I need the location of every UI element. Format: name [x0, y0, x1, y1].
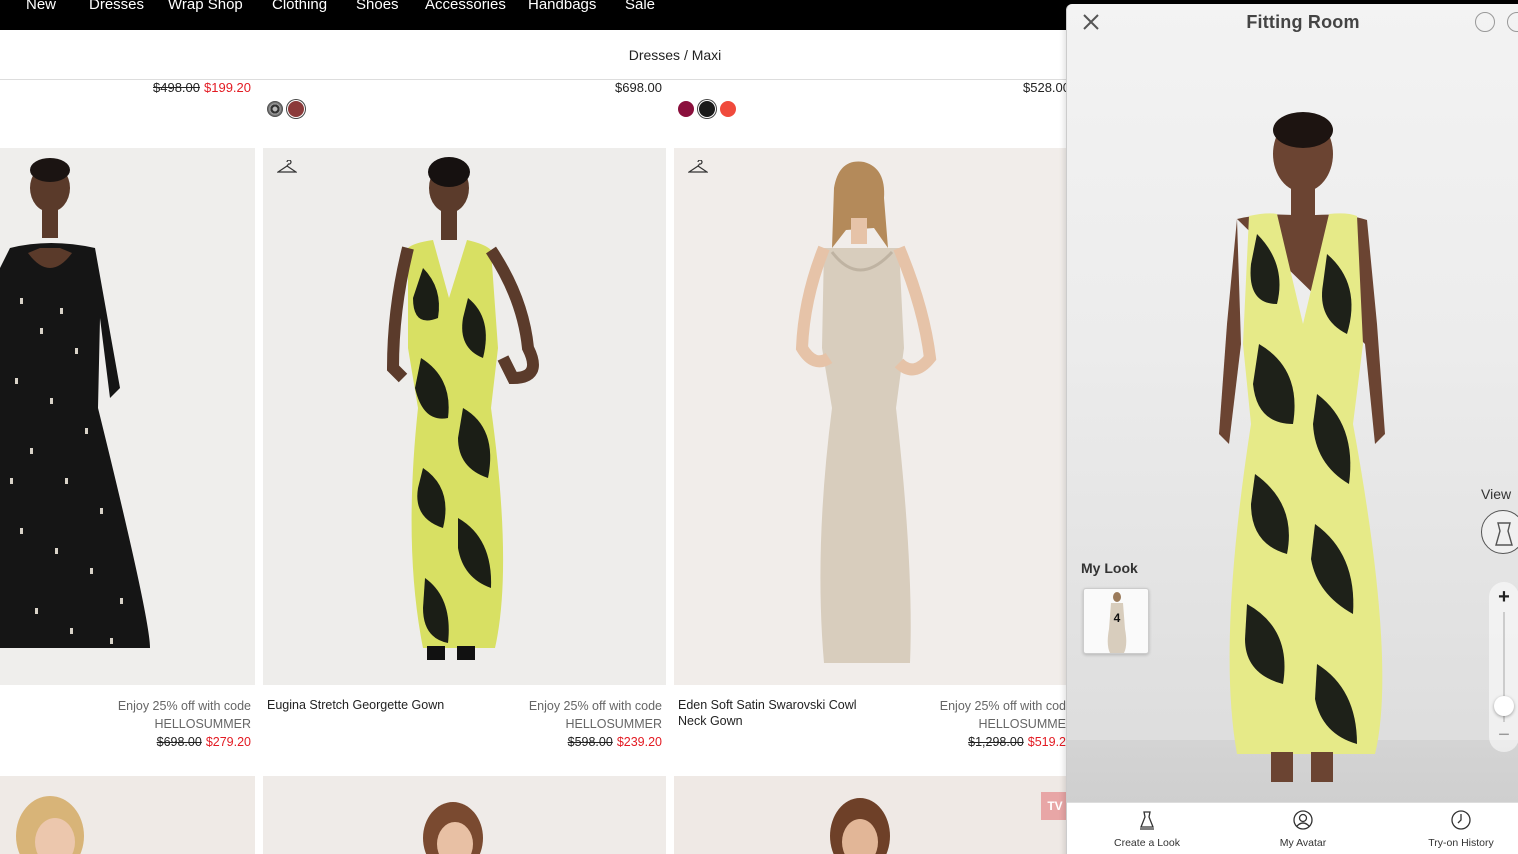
model-blonde	[16, 796, 84, 854]
original-price: $498.00	[153, 80, 200, 95]
product-image-4[interactable]	[0, 776, 255, 854]
promo-text: Enjoy 25% off with code	[528, 699, 662, 713]
clock-icon	[1451, 810, 1471, 830]
tab-try-on-history[interactable]: Try-on History	[1401, 809, 1518, 851]
page: New Dresses Wrap Shop Clothing Shoes Acc…	[0, 0, 1518, 854]
fitting-room-title: Fitting Room	[1246, 12, 1360, 32]
product-image-2[interactable]	[263, 148, 666, 685]
zoom-in-button[interactable]: +	[1489, 586, 1518, 609]
nav-accessories[interactable]: Accessories	[425, 0, 506, 13]
zoom-out-button[interactable]: −	[1489, 724, 1518, 747]
model-yellow-gown	[386, 157, 539, 660]
dress-icon	[1495, 522, 1513, 546]
my-look-label: My Look	[1081, 560, 1138, 576]
promo-code: HELLOSUMME	[978, 717, 1066, 731]
tab-label: Try-on History	[1428, 837, 1494, 849]
tab-label: My Avatar	[1279, 837, 1327, 849]
my-look-thumbnail[interactable]: 4	[1083, 588, 1149, 654]
tab-my-avatar[interactable]: My Avatar	[1243, 809, 1363, 851]
sale-price: $279.20	[205, 735, 251, 749]
price-row1-col3: $528.00	[1023, 80, 1070, 95]
swatch-print[interactable]	[267, 101, 283, 117]
look-count-badge: 4	[1113, 611, 1121, 625]
product-image-5[interactable]	[263, 776, 666, 854]
sale-price: $519.2	[1027, 735, 1066, 749]
hanger-icon[interactable]	[277, 160, 297, 174]
nav-handbags[interactable]: Handbags	[528, 0, 596, 13]
original-price: $1,298.00	[968, 735, 1024, 749]
nav-shoes[interactable]: Shoes	[356, 0, 399, 13]
promo-code: HELLOSUMMER	[565, 717, 662, 731]
zoom-slider-handle[interactable]	[1494, 695, 1514, 716]
product-1-prices: $698.00 $279.20	[40, 733, 251, 751]
product-3-name[interactable]: Eden Soft Satin Swarovski Cowl Neck Gown	[678, 697, 868, 729]
swatch-burgundy[interactable]	[678, 101, 694, 117]
product-3-prices: $1,298.00 $519.2	[900, 733, 1066, 751]
avatar-model[interactable]	[1207, 104, 1397, 794]
nav-clothing[interactable]: Clothing	[272, 0, 327, 13]
share-icon[interactable]	[1475, 12, 1495, 32]
tab-create-a-look[interactable]: Create a Look	[1087, 809, 1207, 851]
swatch-red-print[interactable]	[288, 101, 304, 117]
nav-sale[interactable]: Sale	[625, 0, 655, 13]
zoom-slider[interactable]: + −	[1489, 582, 1518, 752]
view-label: View	[1481, 486, 1512, 502]
price-row1-col1: $498.00 $199.20	[140, 80, 251, 95]
product-image-3[interactable]	[674, 148, 1074, 685]
original-price: $598.00	[567, 735, 613, 749]
fitting-room-panel: Fitting Room My Look 4 View + − Create a…	[1066, 4, 1518, 854]
sale-price: $239.20	[616, 735, 662, 749]
product-image-6[interactable]	[674, 776, 1074, 854]
view-garment-button[interactable]	[1481, 510, 1518, 554]
nav-wrap-shop[interactable]: Wrap Shop	[168, 0, 243, 13]
promo-text: Enjoy 25% off with cod	[939, 699, 1066, 713]
product-2-promo: Enjoy 25% off with code HELLOSUMMER $598…	[480, 697, 662, 751]
price-row1-col2: $698.00	[615, 80, 662, 95]
nav-dresses[interactable]: Dresses	[89, 0, 144, 13]
avatar-icon	[1293, 810, 1313, 830]
sale-price: $199.20	[204, 80, 251, 95]
swatch-coral[interactable]	[720, 101, 736, 117]
product-image-1[interactable]	[0, 148, 255, 685]
model-black-dress	[0, 158, 150, 648]
model-brunette-2	[830, 798, 890, 854]
product-3-promo: Enjoy 25% off with cod HELLOSUMME $1,298…	[900, 697, 1066, 751]
product-2-name[interactable]: Eugina Stretch Georgette Gown	[267, 697, 467, 713]
nav-new[interactable]: New	[26, 0, 56, 13]
original-price: $698.00	[156, 735, 202, 749]
swatch-black[interactable]	[699, 101, 715, 117]
tab-label: Create a Look	[1114, 837, 1180, 849]
promo-code: HELLOSUMMER	[154, 717, 251, 731]
model-satin-gown	[795, 161, 937, 663]
tv-badge: TV	[1041, 792, 1069, 820]
product-2-prices: $598.00 $239.20	[480, 733, 662, 751]
hanger-icon[interactable]	[688, 160, 708, 174]
promo-text: Enjoy 25% off with code	[117, 699, 251, 713]
fitting-room-tab-bar: Create a Look My Avatar Try-on History	[1067, 802, 1518, 854]
product-1-promo: Enjoy 25% off with code HELLOSUMMER $698…	[40, 697, 251, 751]
model-brunette	[423, 802, 483, 854]
hanger-shirt-icon	[1140, 811, 1154, 830]
